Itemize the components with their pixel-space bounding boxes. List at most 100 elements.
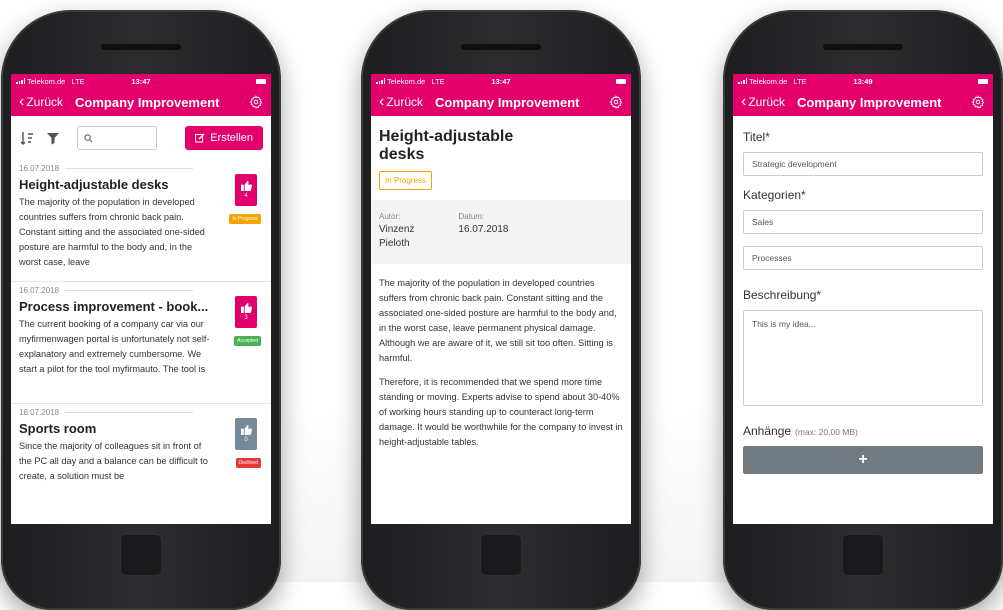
- description-textarea[interactable]: This is my idea...: [743, 310, 983, 406]
- description-label: Beschreibung*: [743, 288, 822, 302]
- attachments-label: Anhänge: [743, 424, 792, 438]
- item-text: The majority of the population in develo…: [19, 197, 205, 267]
- detail-title: Height-adjustable desks: [379, 128, 514, 163]
- carrier: Telekom.de LTE: [16, 77, 85, 86]
- detail-header: Height-adjustable desks In Progress: [371, 116, 631, 200]
- phone-frame-form: Telekom.de LTE 13:49 ‹ Zurück Company Imp…: [723, 10, 1003, 610]
- item-title: Height-adjustable desks: [19, 177, 169, 192]
- sort-icon[interactable]: [19, 130, 35, 146]
- detail-meta: Autor: Vinzenz Pieloth Datum: 16.07.2018: [371, 200, 631, 264]
- status-bar: Telekom.de LTE 13:47: [371, 74, 631, 88]
- status-badge: In Progress: [379, 171, 432, 190]
- home-button[interactable]: [120, 534, 162, 576]
- create-button[interactable]: Erstellen: [185, 126, 263, 150]
- search-input[interactable]: [77, 126, 157, 150]
- phone-speaker: [461, 44, 541, 50]
- status-bar: Telekom.de LTE 13:49: [733, 74, 993, 88]
- item-title: Sports room: [19, 421, 97, 436]
- screen-detail: Telekom.de LTE 13:47 ‹ Zurück Company Imp…: [371, 74, 631, 524]
- gear-icon[interactable]: [249, 95, 263, 109]
- title-input[interactable]: Strategic development: [743, 152, 983, 176]
- add-attachment-button[interactable]: +: [743, 446, 983, 474]
- like-button[interactable]: 4: [235, 174, 257, 206]
- create-label: Erstellen: [210, 132, 253, 144]
- status-bar: Telekom.de LTE 13:47: [11, 74, 271, 88]
- item-text: Since the majority of colleagues sit in …: [19, 441, 208, 481]
- title-label: Titel*: [743, 130, 770, 144]
- list-toolbar: Erstellen: [11, 116, 271, 160]
- list-item[interactable]: 16.07.2018 Height-adjustable desks The m…: [11, 160, 271, 282]
- item-date: 16.07.2018: [19, 404, 263, 417]
- gear-icon[interactable]: [971, 95, 985, 109]
- like-button[interactable]: 3: [235, 296, 257, 328]
- battery-icon: [256, 78, 266, 84]
- thumbs-up-icon: [240, 425, 252, 435]
- nav-bar: ‹ Zurück Company Improvement: [371, 88, 631, 116]
- vote-count: 4: [244, 193, 248, 199]
- back-button[interactable]: ‹ Zurück: [19, 94, 63, 110]
- edit-icon: [195, 133, 205, 143]
- nav-title: Company Improvement: [75, 94, 220, 110]
- carrier-name: Telekom.de: [749, 76, 788, 86]
- item-date: 16.07.2018: [19, 282, 263, 295]
- date-label: Datum:: [458, 212, 485, 221]
- network-type: LTE: [793, 76, 807, 86]
- signal-icon: [738, 78, 747, 84]
- battery-icon: [978, 78, 988, 84]
- network-type: LTE: [71, 76, 85, 86]
- category-input[interactable]: Sales: [743, 210, 983, 234]
- filter-icon[interactable]: [45, 130, 61, 146]
- phone-frame-list: Telekom.de LTE 13:47 ‹ Zurück Company Imp…: [1, 10, 281, 610]
- home-button[interactable]: [842, 534, 884, 576]
- gear-icon[interactable]: [609, 95, 623, 109]
- signal-icon: [16, 78, 25, 84]
- back-label: Zurück: [26, 95, 64, 109]
- chevron-left-icon: ‹: [19, 93, 25, 110]
- list-item[interactable]: 16.07.2018 Sports room Since the majorit…: [11, 404, 271, 524]
- phone-frame-detail: Telekom.de LTE 13:47 ‹ Zurück Company Imp…: [361, 10, 641, 610]
- search-icon: [84, 133, 93, 142]
- home-button[interactable]: [480, 534, 522, 576]
- author-value: Vinzenz Pieloth: [379, 224, 415, 249]
- date-block: Datum: 16.07.2018: [458, 212, 508, 264]
- status-badge: Declined: [235, 458, 261, 468]
- list-item[interactable]: 16.07.2018 Process improvement - book...…: [11, 282, 271, 404]
- chevron-left-icon: ‹: [379, 93, 385, 110]
- back-label: Zurück: [386, 95, 424, 109]
- status-badge: In Progress: [229, 214, 261, 224]
- vote-count: 0: [244, 437, 248, 443]
- carrier: Telekom.de LTE: [738, 77, 807, 86]
- item-date: 16.07.2018: [19, 160, 263, 173]
- thumbs-up-icon: [240, 303, 252, 313]
- nav-bar: ‹ Zurück Company Improvement: [733, 88, 993, 116]
- nav-bar: ‹ Zurück Company Improvement: [11, 88, 271, 116]
- status-badge: Accepted: [234, 336, 261, 346]
- categories-label: Kategorien*: [743, 188, 806, 202]
- thumbs-up-icon: [240, 181, 252, 191]
- detail-paragraph: The majority of the population in develo…: [379, 278, 617, 363]
- back-button[interactable]: ‹ Zurück: [379, 94, 423, 110]
- vote-count: 3: [244, 315, 248, 321]
- screen-form: Telekom.de LTE 13:49 ‹ Zurück Company Imp…: [733, 74, 993, 524]
- phone-speaker: [101, 44, 181, 50]
- carrier: Telekom.de LTE: [376, 77, 445, 86]
- carrier-name: Telekom.de: [387, 76, 426, 86]
- like-button[interactable]: 0: [235, 418, 257, 450]
- category-input[interactable]: Processes: [743, 246, 983, 270]
- attachments-heading: Anhänge (max: 20.00 MB): [743, 424, 983, 438]
- network-type: LTE: [431, 76, 445, 86]
- date-value: 16.07.2018: [458, 224, 509, 235]
- phone-speaker: [823, 44, 903, 50]
- attachments-max: (max: 20.00 MB): [795, 427, 858, 437]
- chevron-left-icon: ‹: [741, 93, 747, 110]
- detail-body: The majority of the population in develo…: [371, 264, 631, 471]
- idea-form: Titel* Strategic development Kategorien*…: [733, 116, 993, 482]
- author-label: Autor:: [379, 212, 401, 221]
- signal-icon: [376, 78, 385, 84]
- item-text: The current booking of a company car via…: [19, 319, 210, 374]
- item-title: Process improvement - book...: [19, 299, 209, 314]
- nav-title: Company Improvement: [435, 94, 580, 110]
- author-block: Autor: Vinzenz Pieloth: [379, 212, 414, 264]
- back-button[interactable]: ‹ Zurück: [741, 94, 785, 110]
- back-label: Zurück: [748, 95, 786, 109]
